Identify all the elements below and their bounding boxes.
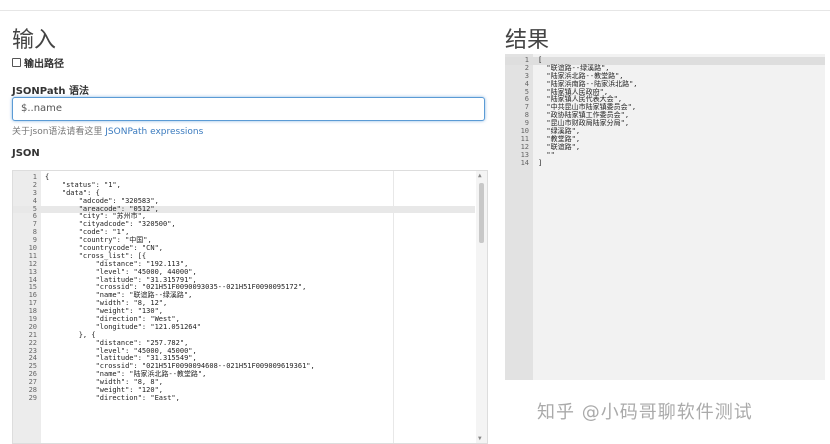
result-editor[interactable]: 1[2 "联谊路--绿溪路", 3 "陆家浜北路--教堂路", 4 "陆家浜南路--… (505, 54, 825, 380)
line-number: 14 (520, 158, 529, 167)
jsonpath-input-value: $..name (21, 103, 63, 114)
json-editor-lines[interactable]: 1{2 "status": "1", 3 "data": {4 "adcode":… (13, 173, 475, 403)
scrollbar-thumb[interactable] (479, 183, 484, 243)
input-panel: 输入 输出路径 JSONPath 语法 $..name 关于json语法请看这里… (0, 0, 495, 444)
jsonpath-input[interactable]: $..name (12, 97, 485, 121)
input-heading: 输入 (12, 28, 57, 53)
jsonpath-syntax-label: JSONPath 语法 (12, 86, 89, 97)
output-path-label: 输出路径 (24, 59, 64, 70)
jsonpath-expressions-link[interactable]: JSONPath expressions (105, 127, 203, 137)
output-path-option[interactable]: 输出路径 (12, 55, 64, 70)
json-label: JSON (12, 148, 40, 159)
help-text: 关于json语法请看这里 JSONPath expressions (12, 124, 203, 137)
code-text: "direction": "East", (45, 393, 180, 402)
result-editor-lines[interactable]: 1[2 "联谊路--绿溪路", 3 "陆家浜北路--教堂路", 4 "陆家浜南路--… (505, 56, 825, 168)
code-line[interactable]: 14] (505, 158, 825, 168)
code-text: ] (538, 158, 543, 167)
line-number: 29 (28, 393, 37, 402)
watermark: 知乎 @小码哥聊软件测试 (537, 402, 753, 423)
output-path-checkbox[interactable] (12, 58, 21, 67)
code-line[interactable]: 29 "direction": "East", (13, 393, 475, 403)
json-editor[interactable]: 1{2 "status": "1", 3 "data": {4 "adcode":… (12, 170, 488, 444)
help-prefix: 关于json语法请看这里 (12, 127, 106, 137)
json-editor-scrollbar[interactable]: ▲ ▼ (476, 171, 487, 443)
code-line[interactable]: 13 "" (505, 151, 825, 160)
result-heading: 结果 (505, 28, 550, 53)
scroll-up-icon[interactable]: ▲ (478, 172, 482, 179)
result-panel: 结果 1[2 "联谊路--绿溪路", 3 "陆家浜北路--教堂路", 4 "陆家浜南… (495, 0, 830, 444)
scroll-down-icon[interactable]: ▼ (478, 435, 482, 442)
